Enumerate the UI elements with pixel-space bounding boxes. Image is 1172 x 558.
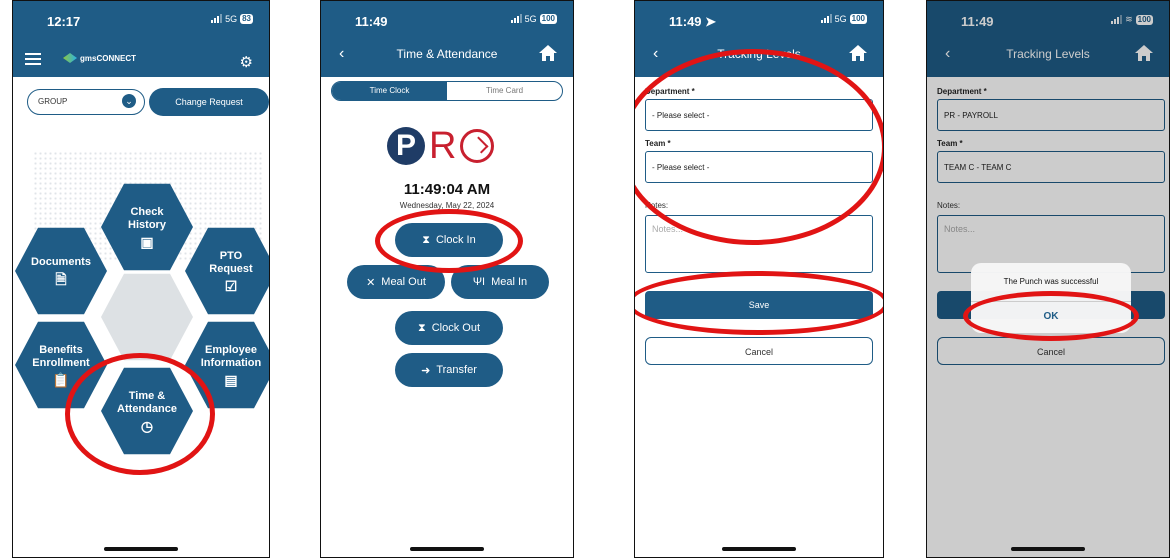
document-icon: 🗎 [55, 271, 67, 287]
current-date: Wednesday, May 22, 2024 [399, 201, 495, 210]
success-alert: The Punch was successful OK [971, 263, 1131, 333]
battery-icon: 100 [849, 14, 867, 24]
page-title: Tracking Levels [717, 47, 801, 61]
current-time: 11:49:04 AM [403, 181, 491, 198]
clock-icon: ◷ [140, 417, 154, 434]
notes-input[interactable]: Notes... [645, 215, 873, 273]
department-label: Department * [645, 87, 695, 96]
department-select[interactable]: - Please select - [645, 99, 873, 131]
utensils-crossed-icon: ✕ [366, 276, 376, 289]
cash-icon: ▣ [140, 233, 154, 250]
phone-time-clock-screen: 11:49 5G 100 ‹ Time & Attendance Time Clo… [320, 0, 574, 558]
group-select[interactable]: GROUP ⌄ [27, 89, 145, 115]
tile-center-blank [101, 273, 193, 361]
status-bar: 11:49 5G 100 [321, 1, 573, 39]
tile-employee-information[interactable]: Employee Information ▤ [185, 321, 269, 409]
status-time: 12:17 [47, 14, 81, 29]
status-time: 11:49 [355, 14, 388, 29]
phone-punch-success-screen: 11:49 ≋ 100 ‹ Tracking Levels Department … [926, 0, 1170, 558]
tab-time-card[interactable]: Time Card [447, 82, 562, 100]
phone-home-screen: 12:17 5G 83 gmsCONNECT ⚙ GROUP ⌄ Change Re… [12, 0, 270, 558]
signal-icon [510, 14, 522, 23]
tab-bar: Time Clock Time Card [331, 81, 563, 101]
meal-in-button[interactable]: ΨΙ Meal In [451, 265, 549, 299]
pro-logo: P R [387, 127, 495, 165]
save-button[interactable]: Save [645, 291, 873, 319]
home-indicator [410, 547, 484, 551]
menu-icon[interactable] [25, 53, 41, 68]
gear-icon[interactable]: ⚙ [240, 53, 253, 71]
alert-message: The Punch was successful [1003, 277, 1099, 286]
tile-time-attendance[interactable]: Time & Attendance ◷ [101, 367, 193, 455]
transfer-button[interactable]: ➜ Transfer [395, 353, 503, 387]
change-request-button[interactable]: Change Request [149, 88, 269, 116]
home-indicator [722, 547, 796, 551]
brand-logo: gmsCONNECT [63, 53, 136, 63]
network-label: 5G [225, 14, 238, 24]
team-select[interactable]: - Please select - [645, 151, 873, 183]
tab-time-clock[interactable]: Time Clock [332, 82, 447, 100]
status-time: 11:49 ➤ [669, 14, 717, 29]
clipboard-icon: 📋 [52, 371, 70, 388]
home-indicator [104, 547, 178, 551]
pro-clock-icon [460, 129, 495, 163]
home-icon[interactable] [539, 45, 557, 66]
id-card-icon: ▤ [224, 371, 238, 388]
cancel-button[interactable]: Cancel [645, 337, 873, 365]
utensils-icon: ΨΙ [472, 276, 486, 288]
team-label: Team * [645, 139, 671, 148]
battery-icon: 83 [240, 14, 253, 24]
hourglass-icon: ⧗ [417, 321, 426, 334]
signal-icon [820, 14, 832, 23]
clock-out-button[interactable]: ⧗ Clock Out [395, 311, 503, 345]
signal-icon [211, 14, 223, 23]
chevron-down-icon: ⌄ [122, 94, 136, 108]
status-bar: 11:49 ➤ 5G 100 [635, 1, 883, 39]
network-label: 5G [834, 14, 847, 24]
logo-mark-icon [63, 53, 77, 63]
status-bar: 12:17 5G 83 [13, 1, 269, 39]
home-indicator [1011, 547, 1085, 551]
phone-tracking-levels-screen: 11:49 ➤ 5G 100 ‹ Tracking Levels Departme… [634, 0, 884, 558]
clock-in-button[interactable]: ⧗ Clock In [395, 223, 503, 257]
network-label: 5G [524, 14, 537, 24]
location-arrow-icon: ➤ [705, 14, 717, 29]
alert-ok-button[interactable]: OK [971, 301, 1131, 332]
notes-label: Notes: [645, 201, 669, 210]
tile-benefits-enrollment[interactable]: Benefits Enrollment 📋 [15, 321, 107, 409]
arrow-right-icon: ➜ [421, 364, 431, 377]
meal-out-button[interactable]: ✕ Meal Out [347, 265, 445, 299]
page-title: Time & Attendance [396, 47, 498, 61]
calendar-check-icon: ☑ [224, 277, 238, 294]
battery-icon: 100 [539, 14, 557, 24]
home-icon[interactable] [849, 45, 867, 66]
hourglass-icon: ⧗ [422, 233, 430, 246]
